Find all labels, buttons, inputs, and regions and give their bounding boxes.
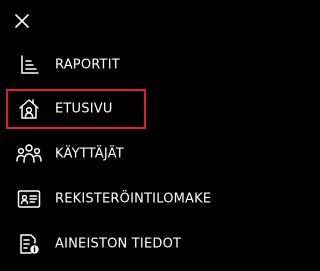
- menu-item-label: AINEISTON TIEDOT: [55, 236, 182, 252]
- menu-item-label: KÄYTTÄJÄT: [55, 146, 124, 162]
- menu-item-label: REKISTERÖINTILOMAKE: [55, 191, 212, 207]
- menu-item-raportit[interactable]: RAPORTIT: [0, 45, 300, 85]
- document-info-icon: [16, 231, 42, 257]
- close-button[interactable]: [10, 9, 34, 33]
- home-person-icon: [16, 96, 42, 122]
- registration-card-icon: [16, 186, 42, 212]
- menu-item-label: RAPORTIT: [55, 57, 120, 73]
- menu-item-aineiston-tiedot[interactable]: AINEISTON TIEDOT: [0, 224, 300, 264]
- menu-item-etusivu[interactable]: ETUSIVU: [0, 89, 300, 129]
- close-icon: [15, 14, 29, 28]
- report-chart-icon: [16, 52, 42, 78]
- menu-item-rekisterointilomake[interactable]: REKISTERÖINTILOMAKE: [0, 179, 300, 219]
- navigation-menu: RAPORTIT ETUSIVU KÄYTTÄJÄT REKISTERÖINTI…: [0, 0, 300, 271]
- menu-item-label: ETUSIVU: [55, 101, 113, 117]
- users-icon: [16, 141, 42, 167]
- menu-item-kayttajat[interactable]: KÄYTTÄJÄT: [0, 134, 300, 174]
